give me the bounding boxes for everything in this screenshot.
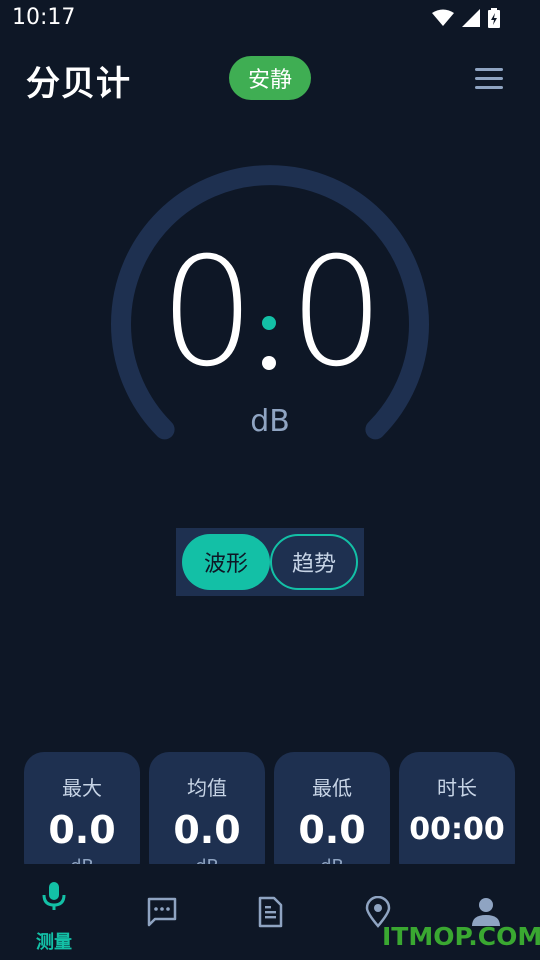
stat-card-max: 最大 0.0 dB: [24, 752, 140, 882]
trend-mode-button[interactable]: 趋势: [270, 534, 358, 590]
nav-item-measure[interactable]: 测量: [0, 864, 108, 960]
stat-value: 0.0: [48, 808, 116, 852]
battery-charging-icon: [488, 8, 500, 28]
nav-item-records[interactable]: [216, 864, 324, 960]
decimal-separator: [262, 316, 276, 372]
stat-label: 时长: [437, 776, 477, 800]
app-title: 分贝计: [26, 64, 131, 104]
noise-level-badge: 安静: [229, 56, 311, 100]
stat-card-average: 均值 0.0 dB: [149, 752, 265, 882]
microphone-icon: [42, 882, 66, 910]
decibel-unit: dB: [250, 404, 290, 439]
status-icons: [432, 8, 500, 28]
stat-value: 0.0: [298, 808, 366, 852]
stat-card-min: 最低 0.0 dB: [274, 752, 390, 882]
wifi-icon: [432, 9, 454, 26]
nav-label-measure: 测量: [36, 932, 72, 953]
menu-button[interactable]: [470, 62, 508, 94]
stat-card-duration: 时长 00:00: [399, 752, 515, 882]
decibel-value-int: 0: [159, 226, 255, 400]
stat-label: 最大: [62, 776, 102, 800]
status-bar: 10:17: [0, 0, 540, 38]
stat-value: 00:00: [409, 812, 505, 847]
document-icon: [258, 896, 283, 928]
stat-label: 最低: [312, 776, 352, 800]
stats-row: 最大 0.0 dB 均值 0.0 dB 最低 0.0 dB 时长 00:00: [24, 752, 516, 882]
stat-label: 均值: [187, 776, 227, 800]
status-time: 10:17: [12, 5, 76, 30]
menu-icon-bar: [475, 76, 503, 80]
stat-value: 0.0: [173, 808, 241, 852]
watermark: ITMOP.COM: [382, 922, 540, 951]
menu-icon-bar: [475, 67, 503, 71]
waveform-mode-button[interactable]: 波形: [182, 534, 270, 590]
nav-item-messages[interactable]: [108, 864, 216, 960]
display-mode-toggle: 波形 趋势: [176, 528, 364, 596]
menu-icon-bar: [475, 85, 503, 89]
signal-icon: [462, 9, 480, 27]
decibel-value-dec: 0: [289, 226, 384, 400]
chat-icon: [147, 897, 177, 927]
